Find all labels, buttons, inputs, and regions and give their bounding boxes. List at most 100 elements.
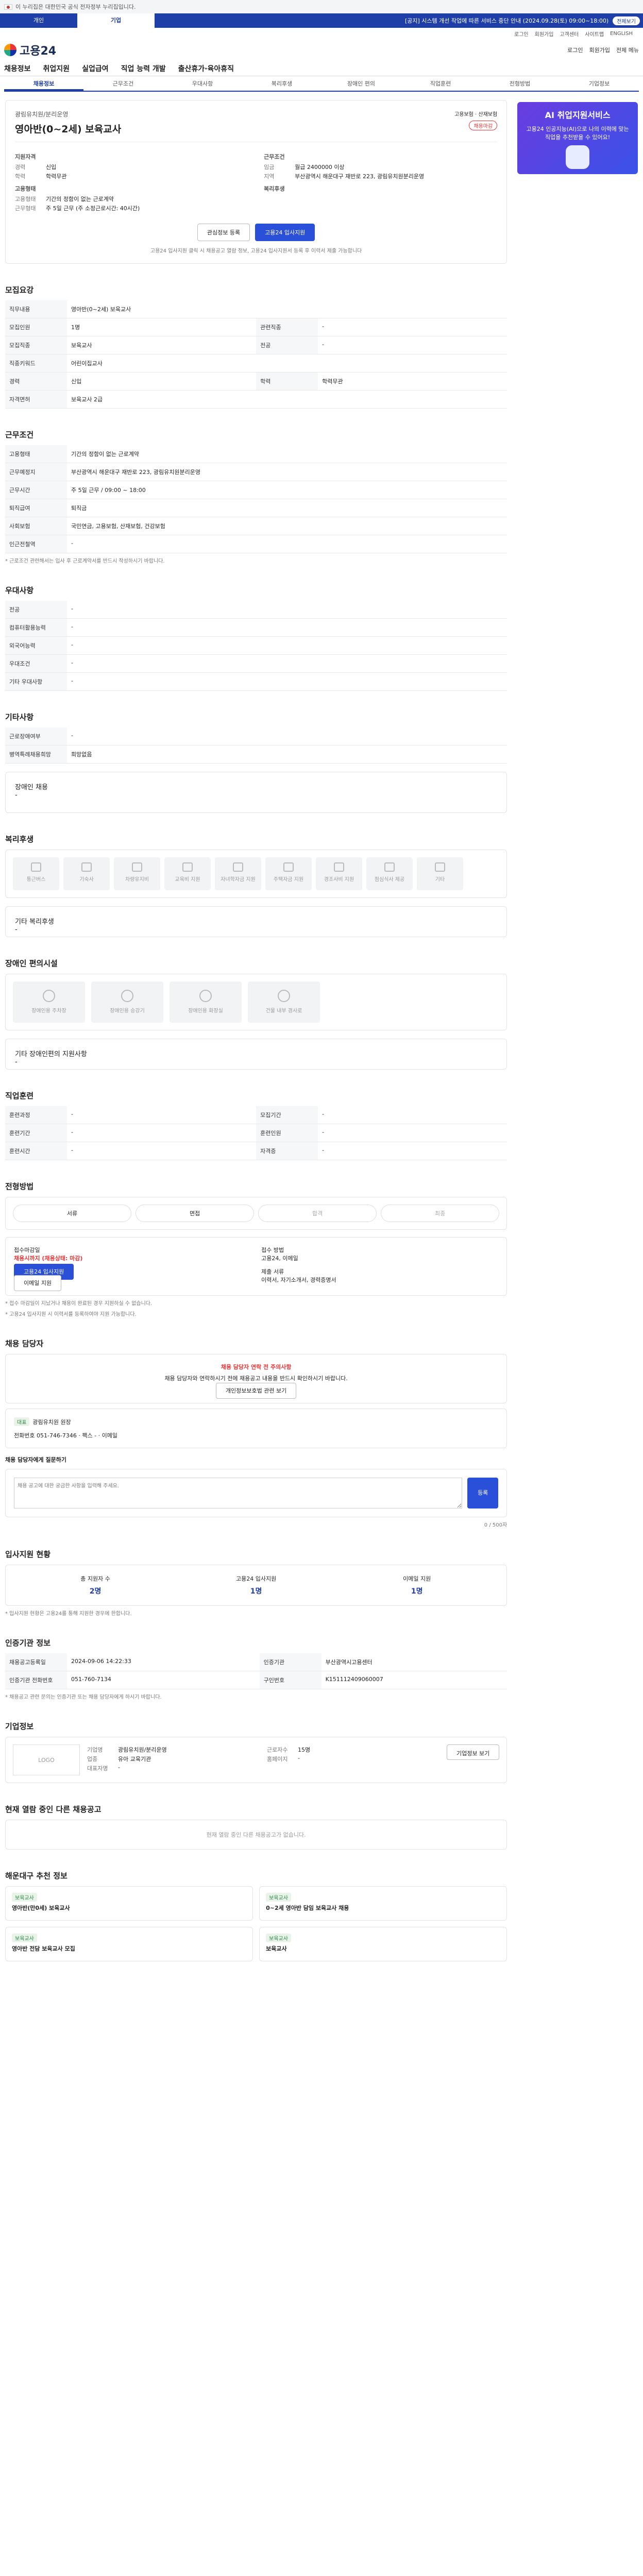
value: 월급 2400000 이상 (295, 164, 345, 171)
apply-box: 접수마감일 채용시까지 (채용상태: 마감) 고용24 입사지원 이메일 지원 … (5, 1237, 507, 1296)
tab-section[interactable]: 근무조건 (83, 76, 163, 91)
nav-item[interactable]: 출산휴가·육아휴직 (178, 63, 234, 74)
signup-link[interactable]: 회원가입 (589, 46, 610, 54)
benefit-etc: 기타 복리후생 - (5, 906, 507, 937)
td: 부산광역시 해운대구 재반로 223, 광림유치원분리운영 (67, 463, 507, 481)
facility-grid: 장애인용 주차장 장애인용 승강기 장애인용 화장실 건물 내부 경사로 (5, 974, 507, 1030)
th: 고용형태 (5, 445, 67, 463)
th: 컴퓨터활용능력 (5, 618, 67, 637)
recruit-table: 직무내용 영아반(0~2세) 보육교사 모집인원 1명 관련직종 - 모집직종 보육교사 전… (5, 300, 507, 409)
empty-state: 현재 열람 중인 다른 채용공고가 없습니다. (5, 1820, 507, 1850)
util-link[interactable]: ENGLISH (610, 31, 633, 37)
facility-item: 장애인용 승강기 (91, 981, 163, 1023)
td: - (318, 1124, 507, 1142)
login-link[interactable]: 로그인 (567, 46, 583, 54)
td: 어린이집교사 (67, 354, 507, 372)
insurance-badge: 고용보험 · 산재보험 (454, 112, 498, 117)
tab-section[interactable]: 채용정보 (4, 76, 83, 91)
tag: 보육교사 (266, 1893, 291, 1902)
td: 국민연금, 고용보험, 산재보험, 건강보험 (67, 517, 507, 535)
inquiry-input[interactable] (14, 1478, 463, 1509)
th: 근무시간 (5, 481, 67, 499)
nav-item[interactable]: 직업 능력 개발 (121, 63, 166, 74)
value: 신입 (46, 164, 57, 171)
td: 희망없음 (67, 745, 507, 764)
email-apply-button[interactable]: 이메일 지원 (14, 1275, 62, 1291)
site-logo[interactable]: 고용24 (4, 42, 56, 58)
notice-text[interactable]: [공지] 시스템 개선 작업에 따른 서비스 중단 안내 (2024.09.28… (155, 16, 613, 25)
td: - (67, 601, 507, 619)
th: 근무예정지 (5, 463, 67, 481)
th: 인증기관 (259, 1653, 321, 1671)
util-link[interactable]: 고객센터 (560, 30, 579, 38)
fax: - (94, 1432, 97, 1439)
training-table: 훈련과정 - 모집기간 - 훈련기간 - 훈련인원 - 훈련시간 - 자격증 - (5, 1106, 507, 1160)
section-title: 우대사항 (5, 586, 34, 595)
section-title: 직업훈련 (5, 1091, 34, 1100)
section-title: 모집요강 (5, 285, 34, 295)
th: 훈련기간 (5, 1124, 67, 1142)
section-title: 장애인 편의시설 (5, 959, 58, 968)
facility-item: 장애인용 주차장 (13, 981, 85, 1023)
notice-all-button[interactable]: 전체보기 (613, 16, 640, 25)
badges: 고용보험 · 산재보험 채용마감 (454, 110, 498, 130)
process-steps: 서류 면접 합격 최종 (5, 1197, 507, 1230)
step: 최종 (381, 1205, 500, 1222)
td: 영아반(0~2세) 보육교사 (67, 300, 507, 318)
nav-item[interactable]: 실업급여 (82, 63, 109, 74)
value: - (297, 1755, 300, 1761)
value: - (15, 791, 18, 799)
char-count: 0 / 500자 (484, 1522, 507, 1528)
label: 이메일 (101, 1432, 118, 1439)
rec-card[interactable]: 보육교사 0~2세 영아반 담임 보육교사 채용 (259, 1886, 507, 1921)
section-title: 입사지원 현황 (5, 1550, 51, 1559)
gift-icon (334, 862, 344, 872)
benefit-item: 자녀학자금 지원 (215, 857, 261, 890)
section-title: 근무조건 (5, 430, 34, 439)
benefit-item: 기숙사 (63, 857, 110, 890)
company-info-button[interactable]: 기업정보 보기 (446, 1744, 500, 1760)
td: - (318, 318, 507, 336)
tab-section[interactable]: 복리후생 (242, 76, 321, 91)
rec-card[interactable]: 보육교사 영아반 전담 보육교사 모집 (5, 1927, 253, 1961)
tab-personal[interactable]: 개인 (0, 13, 77, 28)
util-link[interactable]: 로그인 (514, 30, 529, 38)
condition-note: * 근로조건 관련해서는 입사 후 근로계약서를 반드시 작성하시기 바랍니다. (5, 558, 165, 564)
all-menu-button[interactable]: 전체 메뉴 (616, 46, 639, 54)
rec-card[interactable]: 보육교사 영아반(만0세) 보육교사 (5, 1886, 253, 1921)
benefit-item: 교육비 지원 (164, 857, 211, 890)
value: 15명 (297, 1747, 311, 1753)
rec-title: 0~2세 영아반 담임 보육교사 채용 (266, 1905, 349, 1911)
th: 훈련과정 (5, 1106, 67, 1124)
util-link[interactable]: 사이트맵 (585, 30, 604, 38)
bed-icon (81, 862, 92, 872)
apply-button[interactable]: 고용24 입사지원 (255, 224, 315, 241)
th: 우대조건 (5, 654, 67, 673)
value: 유아 교육기관 (118, 1756, 151, 1762)
rec-card[interactable]: 보육교사 보육교사 (259, 1927, 507, 1961)
th: 자격증 (256, 1142, 318, 1160)
inquiry-submit-button[interactable]: 등록 (467, 1478, 499, 1509)
td: 기간의 정함이 없는 근로계약 (67, 445, 507, 463)
car-icon (132, 862, 142, 872)
td: K151112409060007 (321, 1671, 507, 1689)
tab-section[interactable]: 직업훈련 (401, 76, 480, 91)
td: 보육교사 (67, 336, 257, 354)
tab-section[interactable]: 기업정보 (560, 76, 639, 91)
parking-icon (43, 990, 55, 1002)
util-link[interactable]: 회원가입 (535, 30, 554, 38)
nav-item[interactable]: 채용정보 (4, 63, 31, 74)
ai-banner[interactable]: AI 취업지원서비스 고용24 인공지능(AI)으로 나의 이력에 맞는 직업을… (517, 102, 638, 174)
save-interest-button[interactable]: 관심정보 등록 (197, 224, 250, 241)
condition-table: 고용형태 기간의 정함이 없는 근로계약 근무예정지 부산광역시 해운대구 재반로 … (5, 445, 507, 553)
tab-section[interactable]: 전형방법 (480, 76, 560, 91)
tab-section[interactable]: 우대사항 (163, 76, 242, 91)
nav-item[interactable]: 취업지원 (43, 63, 70, 74)
top-bar: 개인 기업 [공지] 시스템 개선 작업에 따른 서비스 중단 안내 (2024… (0, 13, 643, 28)
tab-company[interactable]: 기업 (77, 13, 155, 28)
privacy-button[interactable]: 개인정보보호법 관련 보기 (215, 1383, 297, 1399)
key: 기업명 (87, 1747, 103, 1753)
main-nav: 채용정보 취업지원 실업급여 직업 능력 개발 출산휴가·육아휴직 (0, 61, 643, 76)
th: 관련직종 (256, 318, 318, 336)
tab-section[interactable]: 장애인 편의 (321, 76, 401, 91)
